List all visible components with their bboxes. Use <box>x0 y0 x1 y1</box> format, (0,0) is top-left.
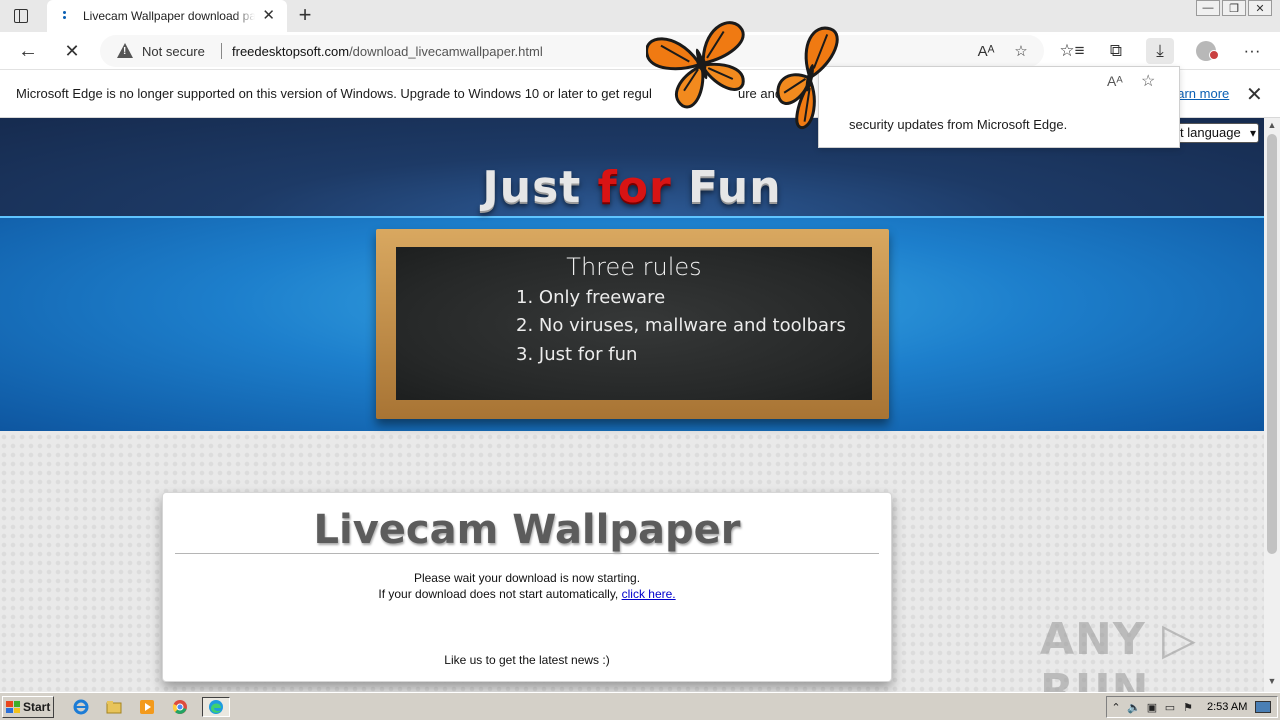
internet-explorer-icon[interactable] <box>70 697 92 717</box>
chalkboard: Three rules 1. Only freeware 2. No virus… <box>376 229 889 419</box>
loading-icon <box>57 8 73 24</box>
security-label[interactable]: Not secure <box>142 44 205 59</box>
logo-fun: Fun <box>671 162 782 213</box>
fallback-text: If your download does not start automati… <box>163 587 891 601</box>
minimize-button[interactable]: — <box>1196 0 1220 16</box>
download-card: Livecam Wallpaper Please wait your downl… <box>162 492 892 682</box>
butterfly-icon <box>646 21 745 109</box>
tab-title: Livecam Wallpaper download page <box>83 9 255 23</box>
downloads-icon[interactable]: ⤓ <box>1146 38 1174 64</box>
click-here-link[interactable]: click here. <box>622 587 676 601</box>
fallback-prefix: If your download does not start automati… <box>378 587 622 601</box>
active-tab[interactable]: Livecam Wallpaper download page ✕ <box>47 0 287 32</box>
url-path: /download_livecamwallpaper.html <box>349 44 543 59</box>
taskbar-clock[interactable]: 2:53 AM <box>1207 701 1247 713</box>
window-controls: — ❐ ✕ <box>1196 0 1272 18</box>
file-explorer-icon[interactable] <box>103 697 125 717</box>
more-menu-icon[interactable]: ··· <box>1238 38 1266 64</box>
media-glyph <box>140 700 154 714</box>
read-aloud-icon[interactable]: Aᴬ <box>976 42 996 62</box>
logo-just: Just <box>482 162 598 213</box>
url-host: freedesktopsoft.com <box>232 44 350 59</box>
scroll-down-arrow[interactable]: ▼ <box>1264 676 1280 690</box>
folder-glyph <box>106 701 122 714</box>
browser-toolbar: ← ✕ Not secure freedesktopsoft.com/downl… <box>0 32 1280 70</box>
edge-glyph <box>209 700 223 714</box>
add-favorite-icon[interactable]: ☆ <box>1011 42 1031 62</box>
favorites-icon[interactable]: ☆≡ <box>1058 38 1086 64</box>
download-status-text: Please wait your download is now startin… <box>413 571 641 585</box>
start-button[interactable]: Start <box>2 696 54 718</box>
page-scrollbar[interactable]: ▲ ▼ <box>1264 118 1280 692</box>
butterfly-icon-2 <box>776 26 839 130</box>
overlay-popup: Aᴬ ☆ security updates from Microsoft Edg… <box>818 66 1180 148</box>
add-favorite-icon[interactable]: ☆ <box>1141 71 1155 91</box>
tab-actions-menu[interactable] <box>10 6 32 26</box>
ie-glyph <box>73 699 89 715</box>
language-select[interactable]: t language <box>1175 123 1259 143</box>
rule-3: 3. Just for fun <box>516 344 638 365</box>
start-label: Start <box>23 700 51 714</box>
rule-1: 1. Only freeware <box>516 287 666 308</box>
chalkboard-title: Three rules <box>566 253 702 281</box>
system-tray: ⌃ 🔈 ▣ ▭ ⚑ 2:53 AM <box>1106 696 1278 718</box>
url-text[interactable]: freedesktopsoft.com/download_livecamwall… <box>232 44 543 59</box>
window-close-button[interactable]: ✕ <box>1248 0 1272 16</box>
tab-actions-icon <box>14 9 28 23</box>
anyrun-watermark: ANY ▷ RUN <box>1040 614 1197 692</box>
tab-close-button[interactable]: ✕ <box>262 8 275 24</box>
read-aloud-icon[interactable]: Aᴬ <box>1107 73 1123 89</box>
show-desktop-icon[interactable] <box>1255 701 1271 713</box>
back-button[interactable]: ← <box>14 38 42 64</box>
logo-for: for <box>597 162 672 213</box>
scroll-up-arrow[interactable]: ▲ <box>1264 120 1280 134</box>
stop-loading-button[interactable]: ✕ <box>58 38 86 64</box>
separator <box>221 43 222 59</box>
web-page: Just for Fun Three rules 1. Only freewar… <box>0 118 1264 692</box>
profile-avatar[interactable] <box>1196 41 1219 61</box>
display-icon[interactable]: ▭ <box>1161 701 1179 714</box>
windows-taskbar: Start ⌃ 🔈 ▣ ▭ ⚑ 2:53 AM <box>0 692 1280 720</box>
network-icon[interactable]: ▣ <box>1143 701 1161 714</box>
warning-icon[interactable] <box>117 43 133 58</box>
popup-text: security updates from Microsoft Edge. <box>849 117 1068 132</box>
tray-expand-icon[interactable]: ⌃ <box>1107 701 1125 714</box>
maximize-button[interactable]: ❐ <box>1222 0 1246 16</box>
infobar-message: Microsoft Edge is no longer supported on… <box>16 86 652 101</box>
infobar-close-button[interactable]: ✕ <box>1246 82 1263 107</box>
windows-logo-icon <box>6 701 20 713</box>
address-bar[interactable]: Not secure freedesktopsoft.com/download_… <box>100 35 1044 67</box>
chalkboard-surface: Three rules 1. Only freeware 2. No virus… <box>396 247 872 400</box>
tab-strip: Livecam Wallpaper download page ✕ + — ❐ … <box>0 0 1280 32</box>
page-title: Livecam Wallpaper <box>313 507 741 553</box>
chrome-icon[interactable] <box>169 697 191 717</box>
chrome-glyph <box>172 700 187 714</box>
collections-icon[interactable]: ⧉ <box>1102 38 1130 64</box>
site-logo[interactable]: Just for Fun <box>0 162 1264 213</box>
like-us-text: Like us to get the latest news :) <box>444 653 610 667</box>
edge-taskbar-button[interactable] <box>202 697 230 717</box>
title-divider <box>175 553 879 554</box>
scroll-thumb[interactable] <box>1267 134 1277 554</box>
rule-2: 2. No viruses, mallware and toolbars <box>516 315 846 336</box>
new-tab-button[interactable]: + <box>294 4 316 26</box>
volume-icon[interactable]: 🔈 <box>1125 701 1143 714</box>
media-player-icon[interactable] <box>136 697 158 717</box>
action-center-flag-icon[interactable]: ⚑ <box>1179 701 1197 714</box>
